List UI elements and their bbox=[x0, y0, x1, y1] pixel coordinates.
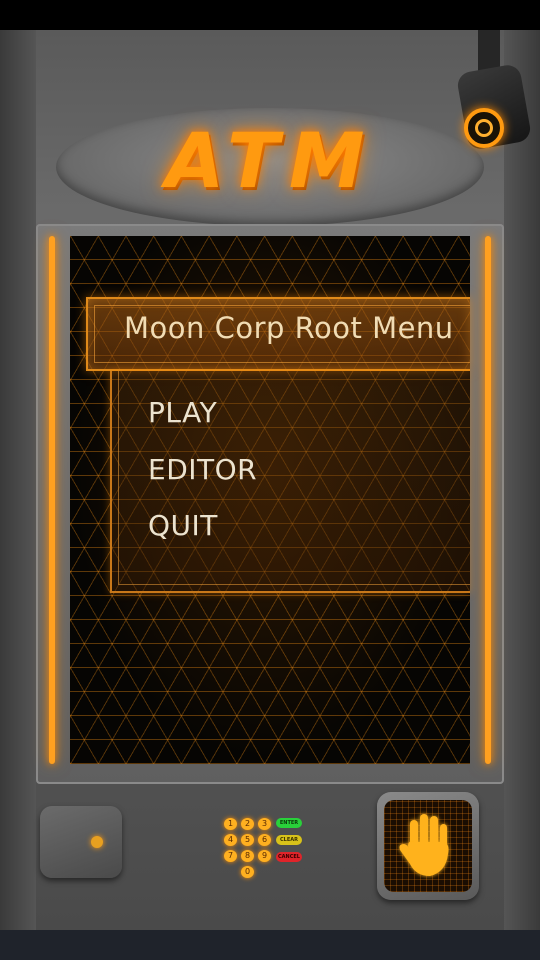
cabinet-right-side bbox=[504, 30, 540, 930]
card-slot[interactable] bbox=[40, 806, 122, 878]
right-light-bar bbox=[485, 236, 491, 764]
key-3[interactable]: 3 bbox=[258, 818, 271, 830]
key-7[interactable]: 7 bbox=[224, 850, 237, 862]
top-status-bar bbox=[0, 0, 540, 30]
keypad: 1 2 3 4 5 6 7 8 9 0 ENTER CLEAR CANCEL bbox=[218, 812, 322, 878]
hand-icon bbox=[399, 814, 449, 876]
card-slot-led bbox=[91, 836, 103, 848]
key-8[interactable]: 8 bbox=[241, 850, 254, 862]
cancel-key[interactable]: CANCEL bbox=[276, 852, 302, 862]
key-5[interactable]: 5 bbox=[241, 834, 254, 846]
enter-key[interactable]: ENTER bbox=[276, 818, 302, 828]
key-2[interactable]: 2 bbox=[241, 818, 254, 830]
menu-item-editor[interactable]: EDITOR bbox=[148, 453, 257, 486]
menu-item-play[interactable]: PLAY bbox=[148, 396, 217, 429]
key-1[interactable]: 1 bbox=[224, 818, 237, 830]
camera-lens bbox=[464, 108, 504, 148]
bottom-navigation-bar bbox=[0, 930, 540, 960]
key-0[interactable]: 0 bbox=[241, 866, 254, 878]
key-9[interactable]: 9 bbox=[258, 850, 271, 862]
left-light-bar bbox=[49, 236, 55, 764]
key-4[interactable]: 4 bbox=[224, 834, 237, 846]
clear-key[interactable]: CLEAR bbox=[276, 835, 302, 845]
menu-title: Moon Corp Root Menu bbox=[124, 311, 454, 345]
menu-item-quit[interactable]: QUIT bbox=[148, 509, 218, 542]
key-6[interactable]: 6 bbox=[258, 834, 271, 846]
atm-logo: ATM bbox=[165, 116, 375, 205]
cabinet-left-side bbox=[0, 30, 36, 930]
